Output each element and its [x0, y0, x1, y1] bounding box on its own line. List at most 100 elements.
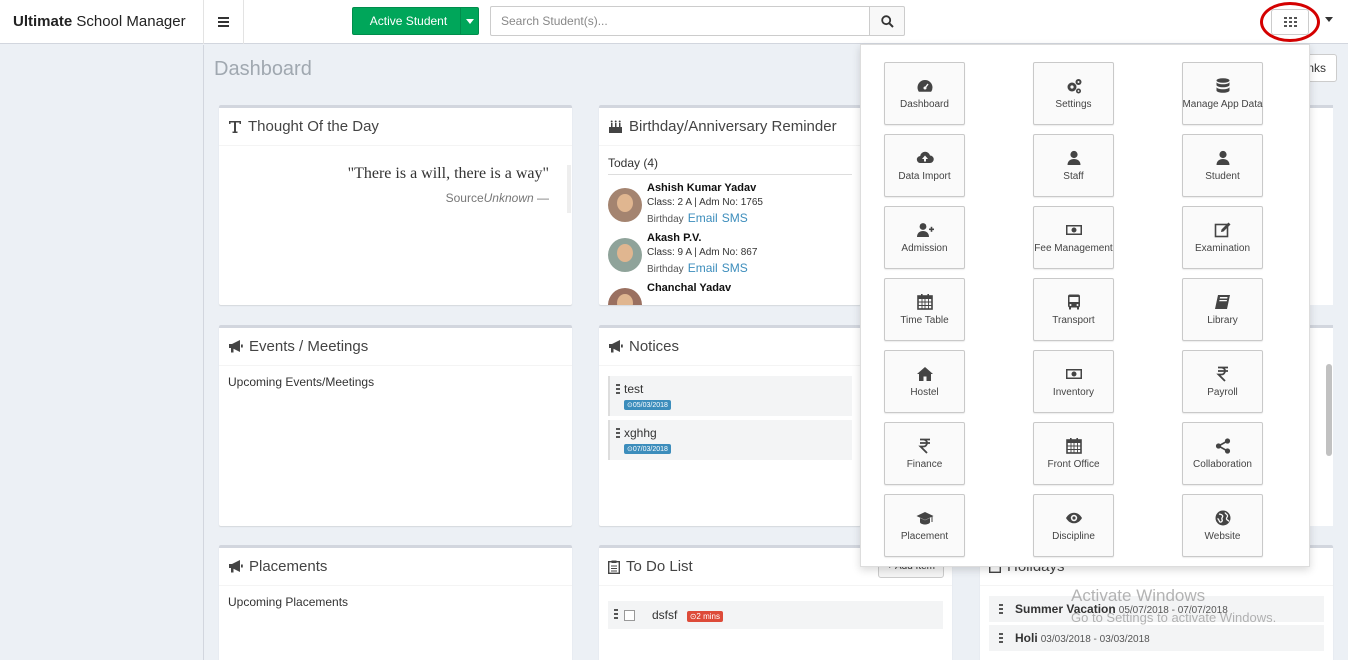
- text-height-icon: [229, 120, 241, 133]
- drag-handle-icon[interactable]: [999, 633, 1003, 643]
- app-tile-label: Discipline: [1052, 531, 1095, 542]
- bus-icon: [1067, 294, 1080, 310]
- app-tile-label: Admission: [901, 243, 948, 254]
- birthday-item: Ashish Kumar Yadav Class: 2 A | Adm No: …: [608, 182, 852, 225]
- todo-item: dsfsf ⊙2 mins: [608, 601, 943, 629]
- app-tile-collaboration[interactable]: Collaboration: [1182, 422, 1263, 485]
- page-title: Dashboard: [214, 58, 312, 80]
- person-class-info: Class: 9 A | Adm No: 867: [647, 247, 758, 258]
- student-search-input[interactable]: [490, 6, 870, 36]
- notice-date: 07/03/2018: [632, 446, 668, 453]
- app-tile-data-import[interactable]: Data Import: [884, 134, 965, 197]
- todo-text: dsfsf: [652, 608, 678, 622]
- app-tile-placement[interactable]: Placement: [884, 494, 965, 557]
- holiday-name: Holi: [1015, 631, 1038, 645]
- email-link[interactable]: Email: [688, 261, 718, 275]
- edit-icon: [1214, 222, 1230, 238]
- bullhorn-icon: [229, 340, 243, 353]
- drag-handle-icon[interactable]: [616, 428, 620, 438]
- user-icon: [1216, 150, 1229, 165]
- quote-source-name: Unknown: [483, 191, 534, 205]
- app-tile-label: Placement: [900, 531, 949, 542]
- app-tile-transport[interactable]: Transport: [1033, 278, 1114, 341]
- bullhorn-icon: [609, 340, 623, 353]
- app-tile-website[interactable]: Website: [1182, 494, 1263, 557]
- notice-date-badge: ⊙05/03/2018: [624, 400, 671, 410]
- app-tile-settings[interactable]: Settings: [1033, 62, 1114, 125]
- sidebar-toggle-button[interactable]: [204, 0, 244, 44]
- activate-windows-title: Activate Windows: [1071, 586, 1206, 605]
- notice-item[interactable]: xghhg ⊙07/03/2018: [608, 420, 852, 460]
- app-tile-label: Student: [1205, 171, 1240, 182]
- app-brand[interactable]: Ultimate School Manager: [0, 0, 204, 44]
- app-tile-examination[interactable]: Examination: [1182, 206, 1263, 269]
- sms-link[interactable]: SMS: [722, 211, 748, 225]
- quote-source-prefix: Source: [445, 191, 484, 205]
- app-tile-label: Manage App Data: [1182, 99, 1263, 110]
- person-name: Ashish Kumar Yadav: [647, 182, 757, 194]
- app-tile-discipline[interactable]: Discipline: [1033, 494, 1114, 557]
- drag-handle-icon[interactable]: [999, 604, 1003, 614]
- app-tile-front-office[interactable]: Front Office: [1033, 422, 1114, 485]
- todo-checkbox[interactable]: [624, 610, 635, 621]
- notice-title: xghhg: [624, 426, 657, 440]
- dashboard-icon: [917, 80, 932, 92]
- database-icon: [1216, 78, 1229, 93]
- calendar-icon: [916, 294, 933, 310]
- app-tile-time-table[interactable]: Time Table: [884, 278, 965, 341]
- notices-header: Notices: [599, 328, 861, 366]
- app-tile-finance[interactable]: Finance: [884, 422, 965, 485]
- top-navbar: Ultimate School Manager Active Student: [0, 0, 1348, 44]
- app-tile-label: Dashboard: [900, 99, 949, 110]
- drag-handle-icon[interactable]: [616, 384, 620, 394]
- caret-down-icon: [465, 18, 474, 24]
- app-tile-label: Finance: [906, 459, 943, 470]
- sms-link[interactable]: SMS: [722, 261, 748, 275]
- notice-item[interactable]: test ⊙05/03/2018: [608, 376, 852, 416]
- email-link[interactable]: Email: [688, 211, 718, 225]
- search-button[interactable]: [870, 6, 905, 36]
- active-student-dropdown-toggle[interactable]: [460, 8, 478, 34]
- app-tile-fee-management[interactable]: Fee Management: [1033, 206, 1114, 269]
- app-tile-staff[interactable]: Staff: [1033, 134, 1114, 197]
- birthday-cake-icon: [609, 120, 622, 133]
- notice-date-badge: ⊙07/03/2018: [624, 444, 671, 454]
- user-menu-caret-icon[interactable]: [1325, 17, 1333, 22]
- gears-icon: [1067, 79, 1081, 94]
- scrollbar-thumb[interactable]: [1326, 364, 1332, 456]
- notices-box: Notices test ⊙05/03/2018 xghhg ⊙07/03/20…: [599, 325, 861, 526]
- today-count: Today (4): [608, 156, 852, 175]
- app-tile-dashboard[interactable]: Dashboard: [884, 62, 965, 125]
- money-icon: [1065, 369, 1082, 379]
- calendar-icon: [1065, 438, 1082, 454]
- active-student-button[interactable]: Active Student: [352, 7, 479, 35]
- todo-time-badge: ⊙2 mins: [686, 611, 723, 622]
- share-icon: [1215, 438, 1230, 454]
- graduation-cap-icon: [916, 512, 933, 525]
- book-icon: [1214, 295, 1230, 309]
- search-icon: [880, 14, 894, 28]
- birthday-item: Chanchal Yadav: [608, 282, 852, 305]
- notice-date: 05/03/2018: [632, 402, 668, 409]
- app-tile-payroll[interactable]: Payroll: [1182, 350, 1263, 413]
- app-tile-inventory[interactable]: Inventory: [1033, 350, 1114, 413]
- app-tile-label: Hostel: [910, 387, 939, 398]
- app-tile-manage-app-data[interactable]: Manage App Data: [1182, 62, 1263, 125]
- app-tile-student[interactable]: Student: [1182, 134, 1263, 197]
- user-icon: [1067, 150, 1080, 165]
- app-tile-admission[interactable]: Admission: [884, 206, 965, 269]
- placements-title: Placements: [249, 558, 328, 575]
- event-kind: Birthday: [647, 264, 684, 275]
- app-tile-label: Settings: [1055, 99, 1092, 110]
- app-tile-hostel[interactable]: Hostel: [884, 350, 965, 413]
- avatar: [608, 288, 642, 305]
- drag-handle-icon[interactable]: [614, 609, 618, 619]
- app-tile-label: Website: [1204, 531, 1241, 542]
- todo-title: To Do List: [626, 558, 693, 575]
- right-box-top: [1310, 105, 1333, 305]
- person-class-info: Class: 2 A | Adm No: 1765: [647, 197, 763, 208]
- app-tile-library[interactable]: Library: [1182, 278, 1263, 341]
- left-sidebar: [0, 45, 204, 660]
- apps-dropdown-menu: Dashboard Settings Manage App Data Data …: [860, 44, 1310, 567]
- brand-bold: Ultimate: [13, 13, 73, 30]
